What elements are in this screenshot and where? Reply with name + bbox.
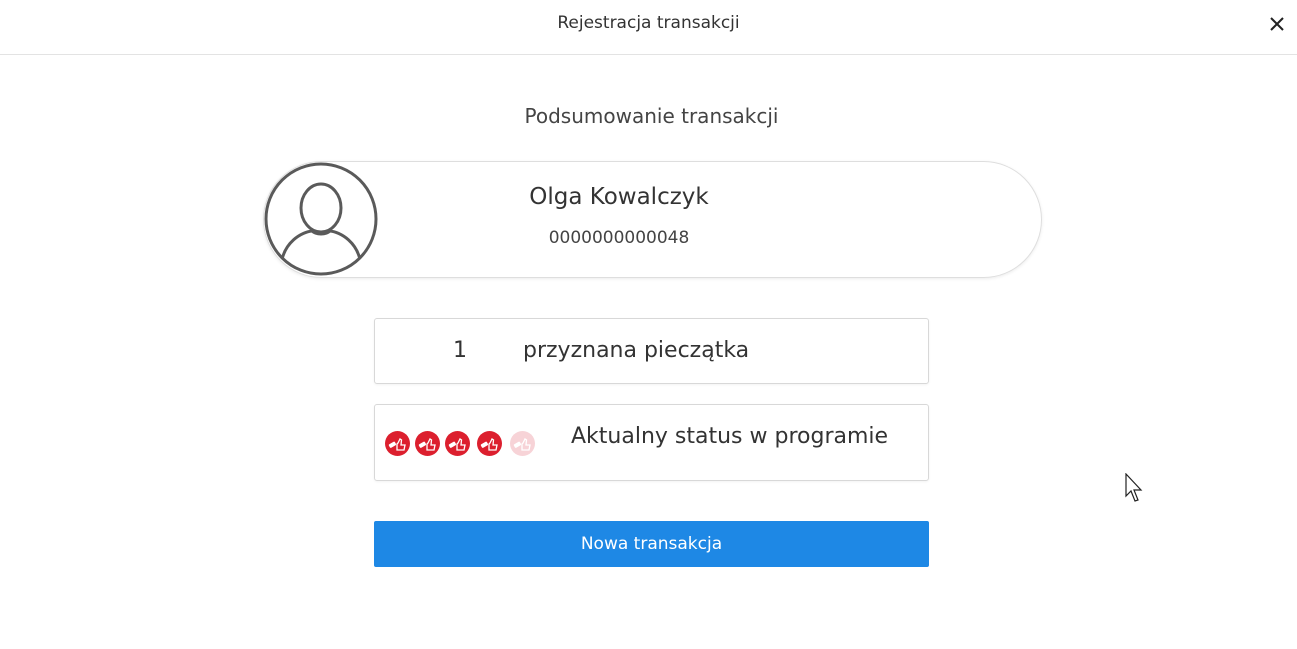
customer-name: Olga Kowalczyk [529, 184, 709, 210]
stamps-awarded-box: 1 przyznana pieczątka [374, 318, 929, 384]
stamp-thumbs-up-icon [385, 431, 410, 456]
customer-card [263, 161, 1042, 278]
user-avatar-icon [264, 162, 378, 276]
mouse-cursor-icon [1125, 473, 1143, 502]
stamp-thumbs-up-icon [477, 431, 502, 456]
dialog-header: Rejestracja transakcji [0, 0, 1297, 55]
avatar [264, 162, 378, 276]
stamps-awarded-label: przyznana pieczątka [523, 338, 750, 363]
close-icon [1270, 17, 1284, 31]
stamp-thumbs-up-icon [415, 431, 440, 456]
customer-number: 0000000000048 [548, 228, 690, 248]
summary-title: Podsumowanie transakcji [524, 104, 779, 128]
stamp-thumbs-up-icon [445, 431, 470, 456]
close-button[interactable] [1265, 12, 1289, 36]
dialog-title: Rejestracja transakcji [557, 13, 740, 33]
stamp-thumbs-up-icon [510, 431, 535, 456]
program-status-box: Aktualny status w programie [374, 404, 929, 481]
program-status-label: Aktualny status w programie [571, 424, 889, 449]
stamps-awarded-count: 1 [453, 338, 467, 363]
new-transaction-button[interactable]: Nowa transakcja [374, 521, 929, 567]
